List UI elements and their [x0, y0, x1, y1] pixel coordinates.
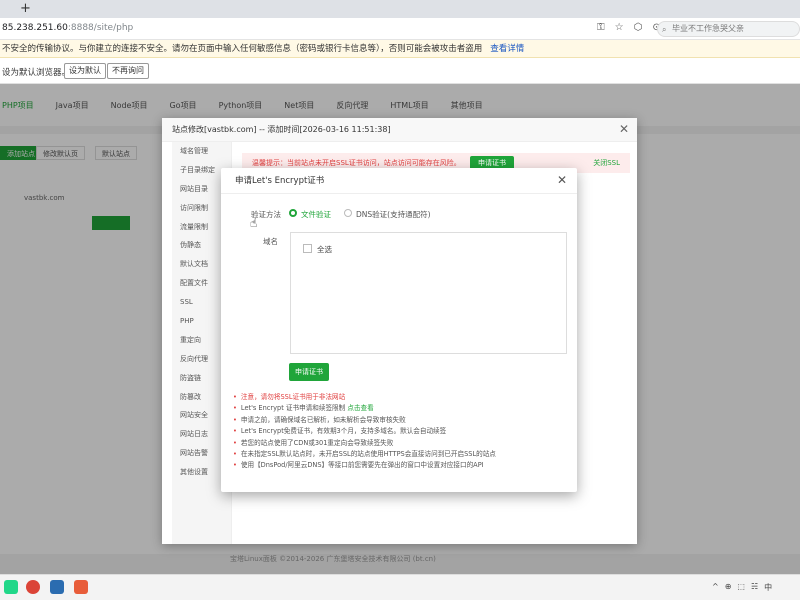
network-icon[interactable]: ⊕ — [725, 582, 732, 593]
address-bar-icons: ⚿ ☆ ⬡ ⊙ — [597, 22, 661, 33]
close-ssl-link[interactable]: 关闭SSL — [593, 153, 620, 173]
view-limits-link[interactable]: 点击查看 — [347, 404, 373, 412]
file-verify-label[interactable]: 文件验证 — [301, 209, 331, 220]
note-item: 在未指定SSL默认站点时，未开启SSL的站点使用HTTPS会直接访问到已开启SS… — [233, 449, 568, 460]
hand-cursor-icon: ☝ — [250, 216, 258, 230]
default-browser-bar: 设为默认浏览器。 设为默认 不再询问 — [0, 58, 800, 84]
note-item: Let's Encrypt免费证书，有效期3个月，支持多域名。默认会自动续签 — [233, 426, 568, 437]
search-icon: ⌕ — [662, 25, 667, 34]
menu-item[interactable]: 域名管理 — [172, 142, 231, 161]
new-tab-button[interactable]: + — [20, 1, 31, 16]
close-icon[interactable]: ✕ — [557, 173, 567, 187]
note-item: 使用【DnsPod/阿里云DNS】等接口前您需要先在弹出的窗口中设置对应接口的A… — [233, 460, 568, 471]
input-method-icon[interactable]: 中 — [764, 582, 772, 593]
view-details-link[interactable]: 查看详情 — [490, 44, 524, 54]
apply-certificate-button[interactable]: 申请证书 — [289, 363, 329, 381]
note-item: 申请之前，请确保域名已解析，如未解析会导致审核失败 — [233, 415, 568, 426]
url-text[interactable]: 85.238.251.60:8888/site/php — [2, 23, 133, 33]
key-icon[interactable]: ⚿ — [597, 22, 605, 33]
star-icon[interactable]: ☆ — [615, 22, 624, 33]
dialog-title: 申请Let's Encrypt证书 — [221, 168, 577, 194]
set-default-button[interactable]: 设为默认 — [64, 63, 106, 79]
letsencrypt-dialog: 申请Let's Encrypt证书 ✕ 验证方法 文件验证 DNS验证(支持通配… — [221, 168, 577, 492]
notes-list: 注意，请勿将SSL证书用于非法网站 Let's Encrypt 证书申请和续签限… — [233, 392, 568, 472]
clion-icon[interactable] — [74, 580, 88, 594]
pycharm-icon[interactable] — [4, 580, 18, 594]
taskbar: ^ ⊕ ⬚ ☵ 中 — [0, 574, 800, 600]
close-icon[interactable]: ✕ — [619, 122, 629, 136]
note-item: 若您的站点使用了CDN或301重定向会导致续签失败 — [233, 438, 568, 449]
address-bar[interactable]: 85.238.251.60:8888/site/php ⚿ ☆ ⬡ ⊙ ⌕ 毕业… — [0, 18, 800, 40]
notepad-icon[interactable] — [50, 580, 64, 594]
system-tray: ^ ⊕ ⬚ ☵ 中 — [712, 582, 772, 593]
radio-file-verify[interactable] — [289, 209, 297, 217]
dont-ask-button[interactable]: 不再询问 — [107, 63, 149, 79]
insecure-warning-bar: 不安全的传输协议。与你建立的连接不安全。请勿在页面中输入任何敏感信息（密码或银行… — [0, 40, 800, 58]
domain-list: 全选 — [290, 232, 567, 354]
display-icon[interactable]: ⬚ — [737, 582, 745, 593]
site-dialog-title: 站点修改[vastbk.com] -- 添加时间[2026-03-16 11:5… — [162, 118, 637, 142]
select-all-checkbox[interactable] — [303, 244, 312, 253]
select-all-label[interactable]: 全选 — [317, 244, 332, 255]
chrome-icon[interactable] — [26, 580, 40, 594]
domain-label: 域名 — [263, 237, 278, 246]
dns-verify-label[interactable]: DNS验证(支持通配符) — [356, 209, 431, 220]
browser-tab-strip: + — [0, 0, 800, 18]
search-input[interactable]: ⌕ 毕业不工作急哭父亲 — [657, 21, 800, 37]
extensions-icon[interactable]: ⬡ — [634, 22, 643, 33]
volume-icon[interactable]: ☵ — [751, 582, 758, 593]
tray-expand-icon[interactable]: ^ — [712, 582, 719, 593]
radio-dns-verify[interactable] — [344, 209, 352, 217]
note-item: Let's Encrypt 证书申请和续签限制 点击查看 — [233, 403, 568, 414]
note-item: 注意，请勿将SSL证书用于非法网站 — [233, 392, 568, 403]
